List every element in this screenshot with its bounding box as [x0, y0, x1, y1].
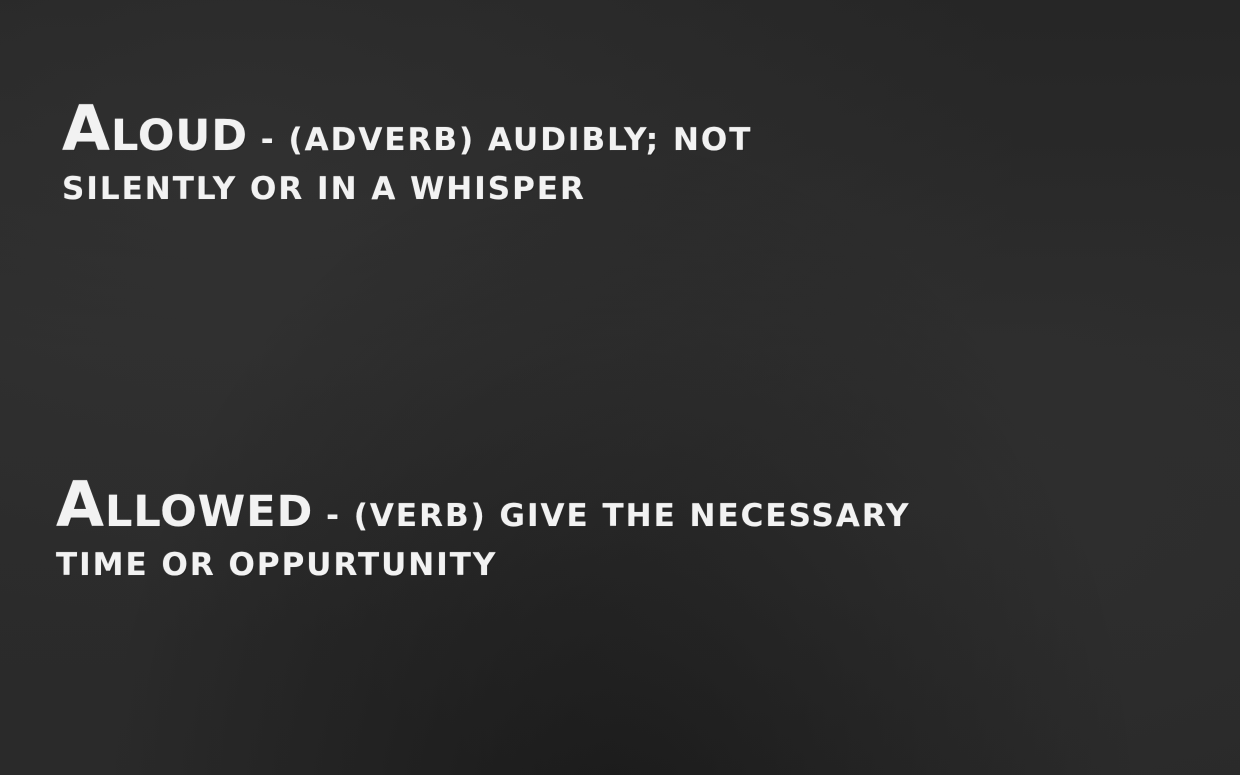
term-allowed: Allowed	[56, 468, 314, 541]
definition-aloud-text-1: - (adverb) audibly; not	[248, 122, 753, 158]
definition-aloud-line-1: Aloud - (adverb) audibly; not	[62, 92, 1062, 165]
definition-allowed-text-1: - (verb) give the necessary	[313, 498, 911, 534]
definition-allowed: Allowed - (verb) give the necessary time…	[56, 468, 1156, 583]
definition-aloud-text-2: silently or in a whisper	[62, 171, 586, 207]
definition-allowed-text-2: time or oppurtunity	[56, 547, 498, 583]
chalkboard-slide: Aloud - (adverb) audibly; not silently o…	[0, 0, 1240, 775]
definition-aloud: Aloud - (adverb) audibly; not silently o…	[62, 92, 1062, 207]
term-aloud: Aloud	[62, 92, 249, 165]
definition-allowed-line-1: Allowed - (verb) give the necessary	[56, 468, 1156, 541]
